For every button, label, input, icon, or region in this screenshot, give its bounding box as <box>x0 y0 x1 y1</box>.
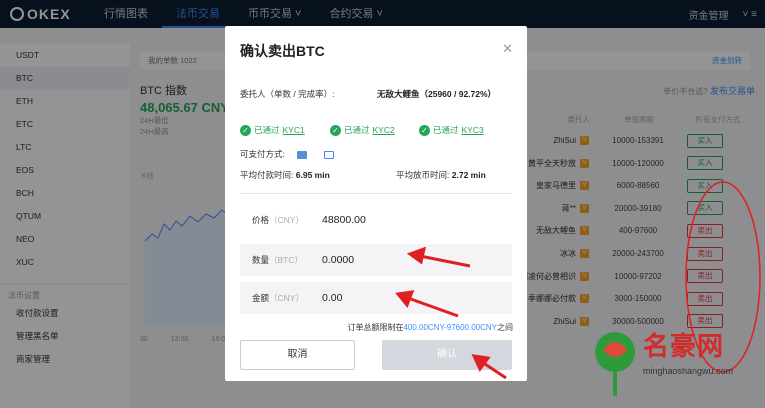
alipay-icon <box>323 150 334 159</box>
price-field: 价格（CNY） 48800.00 <box>252 214 366 226</box>
kyc1-badge: ✓ 已通过 KYC1 <box>240 124 305 136</box>
avg-release-time: 平均放币时间: 2.72 min <box>396 170 486 180</box>
divider <box>240 193 512 194</box>
trader-label: 委托人（单数 / 完成率）: <box>240 89 335 99</box>
check-icon: ✓ <box>330 124 341 136</box>
payment-methods: 可支付方式: <box>240 148 334 160</box>
close-icon[interactable]: ✕ <box>502 41 513 57</box>
order-limit-note: 订单总额限制在400.00CNY-97600.00CNY之间 <box>347 323 513 332</box>
check-icon: ✓ <box>419 124 430 136</box>
cancel-button[interactable]: 取消 <box>240 340 355 370</box>
dialog-title: 确认卖出BTC <box>240 43 325 59</box>
watermark-text: 名豪网 <box>643 331 725 361</box>
watermark-logo-icon <box>595 332 635 396</box>
site-watermark: 名豪网 minghaoshangwu.com <box>585 322 765 408</box>
check-icon: ✓ <box>240 124 251 136</box>
kyc3-badge: ✓ 已通过 KYC3 <box>419 124 484 136</box>
price-value: 48800.00 <box>322 214 366 226</box>
kyc2-badge: ✓ 已通过 KYC2 <box>330 124 395 136</box>
watermark-url: minghaoshangwu.com <box>643 366 734 376</box>
quantity-value[interactable]: 0.0000 <box>322 254 354 266</box>
amount-input[interactable]: 金额（CNY） 0.00 <box>240 282 512 314</box>
amount-value[interactable]: 0.00 <box>322 292 342 304</box>
trader-value: 无敌大鲤鱼（25960 / 92.72%） <box>377 89 497 99</box>
avg-pay-time: 平均付款时间: 6.95 min <box>240 170 330 180</box>
confirm-button[interactable]: 确认 <box>382 340 512 370</box>
quantity-input[interactable]: 数量（BTC） 0.0000 <box>240 244 512 276</box>
bank-card-icon <box>297 150 308 159</box>
confirm-sell-dialog: 确认卖出BTC ✕ 委托人（单数 / 完成率）: 无敌大鲤鱼（25960 / 9… <box>225 26 527 381</box>
